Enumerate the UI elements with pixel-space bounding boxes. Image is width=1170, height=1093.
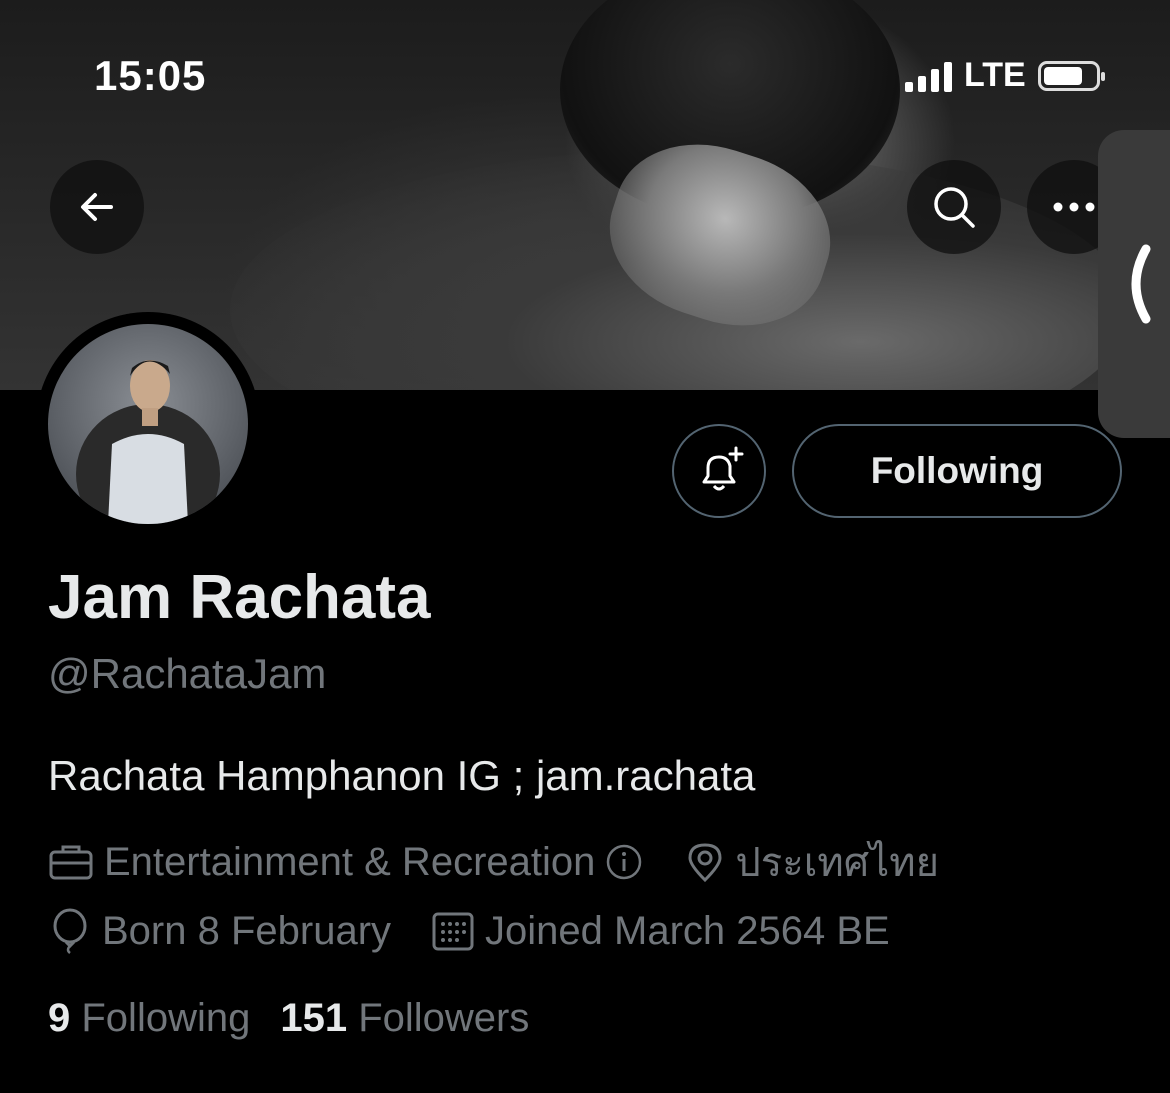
- chevron-left-icon: [1131, 244, 1151, 324]
- status-time: 15:05: [94, 52, 207, 99]
- avatar[interactable]: [36, 312, 260, 536]
- notify-button[interactable]: [672, 424, 766, 518]
- search-button[interactable]: [907, 160, 1001, 254]
- bell-plus-icon: [702, 446, 744, 491]
- followers-count: 151: [280, 996, 348, 1040]
- back-button[interactable]: [50, 160, 144, 254]
- briefcase-icon: [49, 845, 93, 880]
- info-icon[interactable]: [605, 843, 643, 881]
- user-handle: @RachataJam: [48, 650, 327, 697]
- joined-label: Joined March 2564 BE: [485, 908, 890, 953]
- category-item[interactable]: Entertainment & Recreation: [48, 840, 643, 885]
- calendar-icon: [432, 912, 474, 951]
- followers-stat[interactable]: 151 Followers: [280, 996, 529, 1041]
- side-drawer-handle[interactable]: [1098, 130, 1170, 438]
- display-name: Jam Rachata: [48, 563, 431, 632]
- following-stat[interactable]: 9 Following: [48, 996, 250, 1041]
- more-horizontal-icon: [1053, 202, 1095, 212]
- network-label: LTE: [964, 56, 1026, 94]
- location-item: ประเทศไทย: [685, 830, 939, 894]
- following-stat-label: Following: [81, 996, 251, 1040]
- joined-item: Joined March 2564 BE: [431, 909, 890, 954]
- birthday-item: Born 8 February: [48, 908, 391, 954]
- battery-icon: [1037, 60, 1105, 91]
- search-icon: [934, 187, 975, 228]
- birthday-label: Born 8 February: [102, 908, 392, 953]
- status-indicators: LTE: [905, 56, 1105, 95]
- category-label: Entertainment & Recreation: [104, 839, 596, 884]
- balloon-icon: [53, 908, 87, 954]
- profile-bio: Rachata Hamphanon IG ; jam.rachata: [48, 752, 756, 799]
- location-pin-icon: [688, 843, 722, 883]
- follow-stats: 9 Following 151 Followers: [48, 996, 529, 1041]
- signal-icon: [905, 60, 952, 92]
- arrow-left-icon: [81, 193, 113, 221]
- profile-meta-row-2: Born 8 February Joined March 2564 BE: [48, 908, 890, 954]
- location-label: ประเทศไทย: [735, 841, 940, 885]
- following-button[interactable]: Following: [792, 424, 1122, 518]
- profile-meta-row-1: Entertainment & Recreation ประเทศไทย: [48, 830, 939, 894]
- following-count: 9: [48, 996, 71, 1040]
- followers-stat-label: Followers: [358, 996, 530, 1040]
- avatar-photo: [48, 324, 248, 524]
